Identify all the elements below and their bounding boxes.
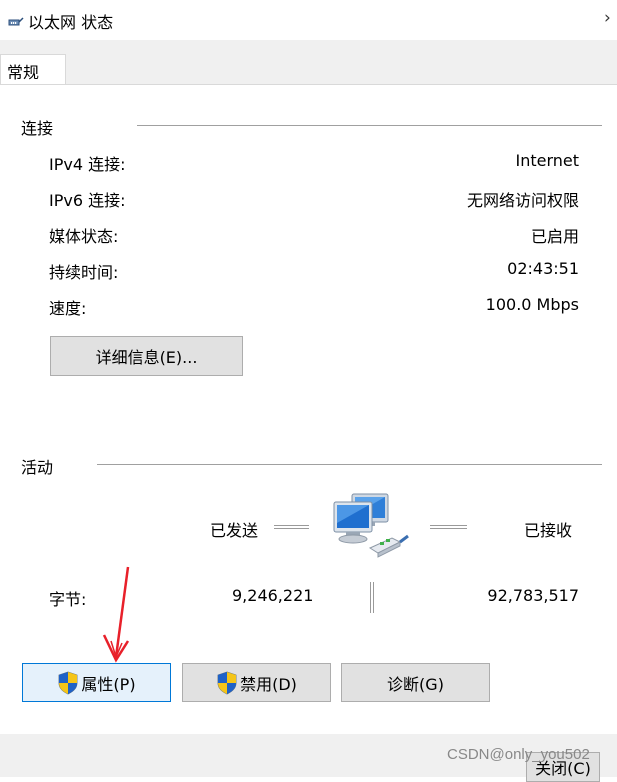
duration-value: 02:43:51 bbox=[507, 259, 579, 278]
window-title: 以太网 状态 bbox=[28, 13, 114, 32]
disable-button[interactable]: 禁用(D) bbox=[182, 663, 331, 702]
duration-label: 持续时间: bbox=[49, 263, 119, 282]
received-line bbox=[430, 525, 467, 529]
red-arrow-icon bbox=[102, 566, 130, 663]
sent-label: 已发送 bbox=[210, 521, 259, 540]
network-computers-icon bbox=[333, 493, 409, 558]
ipv4-label: IPv4 连接: bbox=[49, 155, 126, 174]
bytes-received-value: 92,783,517 bbox=[487, 586, 579, 605]
ipv6-label: IPv6 连接: bbox=[49, 191, 126, 210]
ethernet-icon bbox=[8, 17, 24, 26]
disable-button-label: 禁用(D) bbox=[240, 674, 297, 694]
connection-group-line bbox=[137, 125, 602, 126]
media-state-value: 已启用 bbox=[530, 227, 579, 246]
connection-group-title: 连接 bbox=[21, 119, 54, 138]
content-panel bbox=[0, 84, 617, 734]
activity-group-title: 活动 bbox=[21, 458, 54, 477]
sent-line bbox=[274, 525, 309, 529]
uac-shield-icon bbox=[59, 671, 78, 694]
tab-general[interactable]: 常规 bbox=[0, 54, 66, 85]
speed-value: 100.0 Mbps bbox=[485, 295, 579, 314]
chevron-right-icon[interactable]: › bbox=[604, 8, 611, 28]
activity-group-line bbox=[97, 464, 602, 465]
title-bar: 以太网 状态 › bbox=[0, 0, 617, 40]
properties-button-label: 属性(P) bbox=[81, 674, 136, 694]
properties-button[interactable]: 属性(P) bbox=[22, 663, 171, 702]
tab-strip bbox=[0, 40, 617, 84]
media-state-label: 媒体状态: bbox=[49, 227, 119, 246]
details-button[interactable]: 详细信息(E)... bbox=[50, 336, 243, 376]
uac-shield-icon bbox=[217, 671, 237, 694]
bytes-label: 字节: bbox=[49, 590, 87, 609]
bytes-separator bbox=[370, 582, 374, 613]
ipv6-value: 无网络访问权限 bbox=[466, 191, 579, 210]
watermark: CSDN@only_you502 bbox=[447, 746, 590, 763]
received-label: 已接收 bbox=[524, 521, 573, 540]
diagnose-button[interactable]: 诊断(G) bbox=[341, 663, 490, 702]
speed-label: 速度: bbox=[49, 299, 87, 318]
bytes-sent-value: 9,246,221 bbox=[232, 586, 314, 605]
ipv4-value: Internet bbox=[515, 151, 579, 170]
